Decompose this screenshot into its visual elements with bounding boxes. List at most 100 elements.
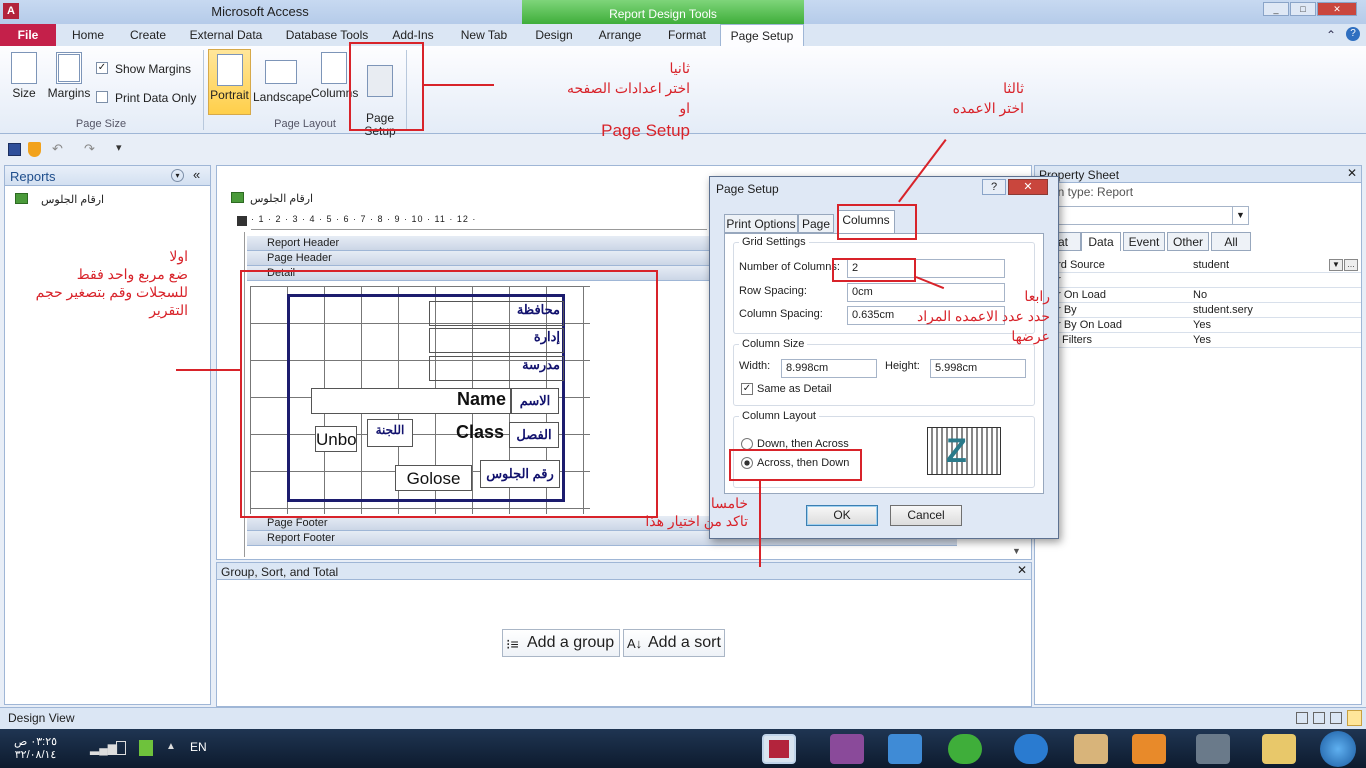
prop-tab-data[interactable]: Data bbox=[1081, 232, 1121, 251]
size-button[interactable]: Size bbox=[6, 52, 42, 100]
media-player-taskbar-icon[interactable] bbox=[1132, 734, 1166, 764]
internet-explorer-taskbar-icon[interactable] bbox=[1014, 734, 1048, 764]
tab-external-data[interactable]: External Data bbox=[184, 24, 268, 46]
tray-app-icon[interactable] bbox=[139, 740, 153, 756]
layout-view-icon[interactable] bbox=[1330, 712, 1342, 724]
prop-tab-event[interactable]: Event bbox=[1123, 232, 1165, 251]
prop-row-allow-filters[interactable]: w Filters Yes bbox=[1049, 333, 1361, 348]
nav-item-report[interactable]: ارقام الجلوس bbox=[41, 193, 104, 206]
portrait-button[interactable]: Portrait bbox=[208, 49, 251, 115]
ribbon-collapse-icon[interactable]: ⌃ bbox=[1326, 28, 1336, 42]
messenger-taskbar-icon[interactable] bbox=[888, 734, 922, 764]
scroll-down-icon[interactable]: ▼ bbox=[1012, 546, 1021, 556]
show-margins-checkbox[interactable]: ✓ bbox=[96, 62, 108, 74]
tab-home[interactable]: Home bbox=[62, 24, 114, 46]
nav-menu-chevron-icon[interactable]: ▾ bbox=[171, 169, 184, 182]
navigation-pane: Reports ▾ « ارقام الجلوس bbox=[4, 165, 211, 705]
start-button[interactable] bbox=[1320, 731, 1356, 767]
explorer-taskbar-icon[interactable] bbox=[1074, 734, 1108, 764]
report-icon bbox=[15, 193, 28, 204]
prop-tab-other[interactable]: Other bbox=[1167, 232, 1209, 251]
context-title: Report Design Tools bbox=[522, 0, 804, 24]
dialog-close-button[interactable]: ✕ bbox=[1008, 179, 1048, 195]
signal-icon[interactable]: ▂▄▆ bbox=[90, 741, 117, 755]
close-group-pane-icon[interactable]: ✕ bbox=[1017, 563, 1027, 577]
utorrent-taskbar-icon[interactable] bbox=[948, 734, 982, 764]
same-as-detail-checkbox[interactable]: ✓ bbox=[741, 383, 753, 395]
undo-icon[interactable]: ↶ bbox=[52, 141, 63, 157]
report-tab-icon bbox=[231, 192, 244, 203]
record-source-builder-icon[interactable]: … bbox=[1344, 259, 1358, 271]
group-page-size-label: Page Size bbox=[75, 118, 127, 130]
prop-row-order-by-on-load[interactable]: er By On Load Yes bbox=[1049, 318, 1361, 333]
tray-expand-icon[interactable]: ▲ bbox=[166, 741, 176, 752]
print-data-only-checkbox[interactable] bbox=[96, 91, 108, 103]
tab-arrange[interactable]: Arrange bbox=[592, 24, 648, 46]
object-combo[interactable]: ort bbox=[1039, 206, 1249, 225]
winrar-taskbar-icon[interactable] bbox=[830, 734, 864, 764]
height-input[interactable]: 5.998cm bbox=[930, 359, 1026, 378]
prop-row-order-by[interactable]: er By student.sery bbox=[1049, 303, 1361, 318]
grid-settings-label: Grid Settings bbox=[739, 236, 809, 248]
tab-create[interactable]: Create bbox=[122, 24, 174, 46]
tab-new-tab[interactable]: New Tab bbox=[452, 24, 516, 46]
add-sort-button[interactable]: A↓ Add a sort bbox=[623, 629, 725, 657]
tab-page[interactable]: Page bbox=[798, 214, 834, 233]
security-shield-icon[interactable] bbox=[28, 142, 41, 157]
ribbon-tabs: File Home Create External Data Database … bbox=[0, 24, 1366, 46]
dialog-help-button[interactable]: ? bbox=[982, 179, 1006, 195]
battery-icon[interactable] bbox=[116, 741, 126, 755]
layout-preview-icon: Z bbox=[927, 427, 1001, 475]
prop-tab-all[interactable]: All bbox=[1211, 232, 1251, 251]
redo-icon[interactable]: ↷ bbox=[84, 141, 95, 157]
landscape-button[interactable]: Landscape bbox=[253, 56, 312, 104]
prop-row-filter-on-load[interactable]: er On Load No bbox=[1049, 288, 1361, 303]
width-input[interactable]: 8.998cm bbox=[781, 359, 877, 378]
design-view-icon[interactable] bbox=[1347, 710, 1362, 726]
report-view-icon[interactable] bbox=[1296, 712, 1308, 724]
save-icon[interactable] bbox=[8, 143, 21, 156]
help-icon[interactable]: ? bbox=[1346, 27, 1360, 41]
sort-az-icon: A↓ bbox=[627, 636, 643, 651]
folder-taskbar-icon[interactable] bbox=[1262, 734, 1296, 764]
annotation-line-1 bbox=[176, 369, 240, 371]
annotation-step-2: ثانيا اختر اعدادات الصفحه او bbox=[567, 60, 690, 116]
ok-button[interactable]: OK bbox=[806, 505, 878, 526]
close-window-button[interactable]: ✕ bbox=[1317, 2, 1357, 16]
status-view: Design View bbox=[8, 711, 75, 725]
tab-format[interactable]: Format bbox=[660, 24, 714, 46]
tab-page-setup[interactable]: Page Setup bbox=[720, 24, 804, 46]
minimize-button[interactable]: _ bbox=[1263, 2, 1289, 16]
group-pane-title: Group, Sort, and Total bbox=[221, 565, 339, 579]
printer-taskbar-icon[interactable] bbox=[1196, 734, 1230, 764]
nav-collapse-icon[interactable]: « bbox=[193, 167, 200, 182]
prop-row-record-source[interactable]: ord Source student bbox=[1049, 258, 1361, 273]
prop-row-filter[interactable]: er bbox=[1049, 273, 1361, 288]
record-source-dropdown-icon[interactable]: ▼ bbox=[1329, 259, 1343, 271]
combo-chevron-down-icon[interactable]: ▼ bbox=[1232, 207, 1248, 224]
tab-print-options[interactable]: Print Options bbox=[724, 214, 798, 233]
report-tab-title[interactable]: ارقام الجلوس bbox=[250, 192, 313, 205]
print-preview-icon[interactable] bbox=[1313, 712, 1325, 724]
landscape-icon bbox=[265, 60, 297, 84]
quick-access-toolbar: ↶ ↷ ▾ bbox=[0, 140, 1366, 160]
group-pane-header: Group, Sort, and Total ✕ bbox=[217, 563, 1031, 580]
close-property-sheet-icon[interactable]: ✕ bbox=[1347, 166, 1357, 180]
clock[interactable]: ٠٣:٢٥ ص ٣٢/٠٨/١٤ bbox=[14, 736, 57, 762]
column-size-label: Column Size bbox=[739, 338, 808, 350]
annotation-line-5 bbox=[759, 481, 761, 567]
num-columns-label: Number of Columns: bbox=[739, 261, 840, 273]
tab-design[interactable]: Design bbox=[526, 24, 582, 46]
language-indicator[interactable]: EN bbox=[190, 740, 207, 754]
report-selector[interactable] bbox=[237, 216, 247, 226]
access-taskbar-icon[interactable] bbox=[762, 734, 796, 764]
customize-qat-icon[interactable]: ▾ bbox=[116, 141, 122, 154]
cancel-button[interactable]: Cancel bbox=[890, 505, 962, 526]
tab-file[interactable]: File bbox=[0, 24, 56, 46]
taskbar: ٠٣:٢٥ ص ٣٢/٠٨/١٤ ▂▄▆ ▲ EN bbox=[0, 729, 1366, 768]
property-sheet: Property Sheet ✕ ction type: Report ort … bbox=[1034, 165, 1362, 705]
add-group-button[interactable]: ⁝≡ Add a group bbox=[502, 629, 620, 657]
nav-header: Reports ▾ « bbox=[5, 166, 210, 186]
margins-button[interactable]: Margins bbox=[46, 52, 92, 100]
maximize-button[interactable]: □ bbox=[1290, 2, 1316, 16]
